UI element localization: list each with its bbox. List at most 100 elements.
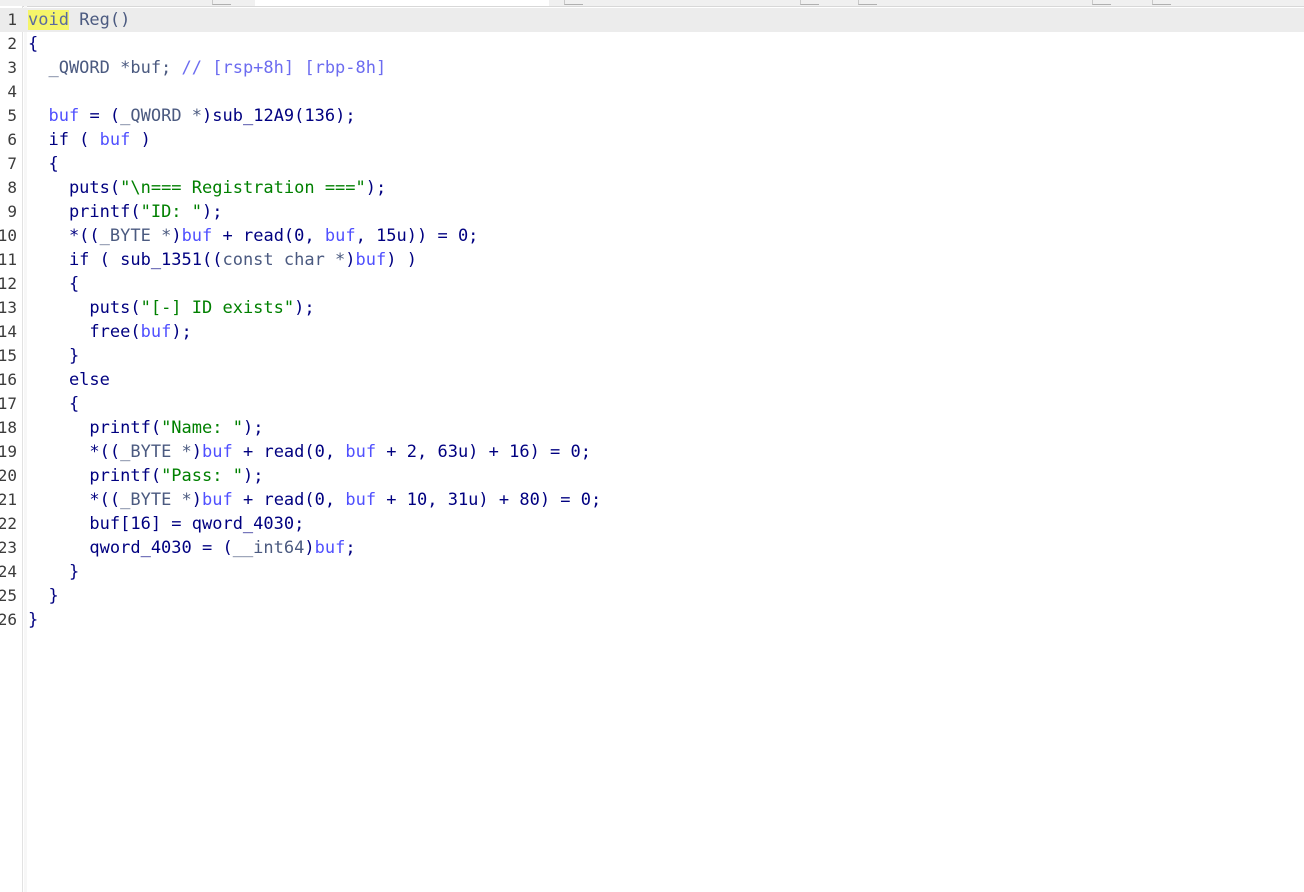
code-text[interactable]: buf[16] = qword_4030; — [28, 512, 304, 536]
code-line[interactable]: 5 buf = (_QWORD *)sub_12A9(136); — [0, 104, 1304, 128]
active-tab-edge[interactable] — [255, 0, 549, 6]
code-text[interactable]: printf("Name: "); — [28, 416, 263, 440]
code-text[interactable]: *((_BYTE *)buf + read(0, buf, 15u)) = 0; — [28, 224, 478, 248]
tab-edge[interactable] — [858, 0, 877, 5]
code-line[interactable]: 15 } — [0, 344, 1304, 368]
tab-edge[interactable] — [212, 0, 231, 5]
code-token: + read(0, — [232, 442, 346, 462]
code-text[interactable]: buf = (_QWORD *)sub_12A9(136); — [28, 104, 355, 128]
code-text[interactable]: { — [28, 392, 79, 416]
code-text[interactable]: printf("ID: "); — [28, 200, 223, 224]
line-number: 15 — [0, 346, 17, 365]
code-token: __int64 — [232, 538, 305, 558]
line-number: 19 — [0, 442, 17, 461]
code-line[interactable]: 26} — [0, 608, 1304, 632]
code-text[interactable]: void Reg() — [28, 8, 130, 32]
code-token: ) — [191, 442, 203, 462]
line-number: 13 — [0, 298, 17, 317]
line-number: 26 — [0, 610, 17, 629]
code-text[interactable]: *((_BYTE *)buf + read(0, buf + 2, 63u) +… — [28, 440, 591, 464]
line-number: 12 — [0, 274, 17, 293]
code-token: printf( — [28, 466, 162, 486]
line-number: 6 — [7, 130, 17, 149]
code-text[interactable]: { — [28, 272, 79, 296]
line-number: 17 — [0, 394, 17, 413]
code-token: puts( — [28, 298, 141, 318]
line-number: 7 — [7, 154, 17, 173]
code-line[interactable]: 3 _QWORD *buf; // [rsp+8h] [rbp-8h] — [0, 56, 1304, 80]
code-token: _BYTE * — [120, 490, 192, 510]
code-text[interactable]: if ( buf ) — [28, 128, 151, 152]
code-line[interactable]: 22 buf[16] = qword_4030; — [0, 512, 1304, 536]
code-line[interactable]: 7 { — [0, 152, 1304, 176]
code-token: ) — [130, 130, 151, 150]
code-token: ); — [242, 418, 264, 438]
code-text[interactable]: if ( sub_1351((const char *)buf) ) — [28, 248, 417, 272]
code-token: free( — [28, 322, 141, 342]
code-text[interactable]: { — [28, 32, 38, 56]
code-line[interactable]: 6 if ( buf ) — [0, 128, 1304, 152]
code-text[interactable]: } — [28, 344, 79, 368]
code-text[interactable]: } — [28, 584, 58, 608]
code-line[interactable]: 23 qword_4030 = (__int64)buf; — [0, 536, 1304, 560]
code-text[interactable]: printf("Pass: "); — [28, 464, 263, 488]
code-text[interactable]: qword_4030 = (__int64)buf; — [28, 536, 355, 560]
code-token: } — [28, 562, 80, 582]
code-line[interactable]: 10 *((_BYTE *)buf + read(0, buf, 15u)) =… — [0, 224, 1304, 248]
line-number: 25 — [0, 586, 17, 605]
code-token: "[-] ID exists" — [140, 298, 295, 318]
code-text[interactable]: else — [28, 368, 110, 392]
pseudocode-editor[interactable]: 1 void Reg() 2{3 _QWORD *buf; // [rsp+8h] … — [0, 8, 1304, 892]
code-line[interactable]: 25 } — [0, 584, 1304, 608]
code-token: Reg() — [68, 10, 131, 30]
code-token: + 10, 31u) + 80) = 0; — [376, 490, 602, 510]
code-text[interactable]: { — [28, 152, 58, 176]
code-line[interactable]: 20 printf("Pass: "); — [0, 464, 1304, 488]
code-token: // [rsp+8h] [rbp-8h] — [181, 58, 387, 78]
line-number: 18 — [0, 418, 17, 437]
code-token: _BYTE * — [99, 226, 172, 246]
code-token: buf — [314, 538, 346, 558]
line-number: 21 — [0, 490, 17, 509]
tab-edge[interactable] — [564, 0, 583, 5]
tab-edge[interactable] — [1092, 0, 1111, 5]
code-line[interactable]: 8 puts("\n=== Registration ==="); — [0, 176, 1304, 200]
code-token: buf — [99, 130, 131, 150]
code-line[interactable]: 2{ — [0, 32, 1304, 56]
tab-edge[interactable] — [800, 0, 819, 5]
code-token: buf — [140, 322, 172, 342]
code-line[interactable]: 24 } — [0, 560, 1304, 584]
code-text[interactable]: free(buf); — [28, 320, 191, 344]
code-line[interactable]: 11 if ( sub_1351((const char *)buf) ) — [0, 248, 1304, 272]
code-token: } — [28, 610, 39, 630]
code-token: ) — [304, 538, 315, 558]
code-line[interactable]: 4 — [0, 80, 1304, 104]
code-token: *(( — [28, 490, 121, 510]
code-line[interactable]: 14 free(buf); — [0, 320, 1304, 344]
code-line[interactable]: 12 { — [0, 272, 1304, 296]
code-token: buf — [181, 226, 213, 246]
code-token: qword_4030 = ( — [28, 538, 233, 558]
code-line[interactable]: 21 *((_BYTE *)buf + read(0, buf + 10, 31… — [0, 488, 1304, 512]
tab-edge[interactable] — [1152, 0, 1171, 5]
code-line[interactable]: 19 *((_BYTE *)buf + read(0, buf + 2, 63u… — [0, 440, 1304, 464]
code-line[interactable]: 17 { — [0, 392, 1304, 416]
code-token: ) — [171, 226, 182, 246]
code-token: else — [28, 370, 110, 390]
code-line[interactable]: 13 puts("[-] ID exists"); — [0, 296, 1304, 320]
line-number: 24 — [0, 562, 17, 581]
code-text[interactable]: } — [28, 608, 38, 632]
line-number: 4 — [7, 82, 17, 101]
code-token: ); — [365, 178, 387, 198]
code-text[interactable]: *((_BYTE *)buf + read(0, buf + 10, 31u) … — [28, 488, 601, 512]
code-line[interactable]: 18 printf("Name: "); — [0, 416, 1304, 440]
line-number: 9 — [7, 202, 17, 221]
code-text[interactable]: puts("\n=== Registration ==="); — [28, 176, 386, 200]
code-line[interactable]: 16 else — [0, 368, 1304, 392]
code-token: + 2, 63u) + 16) = 0; — [376, 442, 591, 462]
code-text[interactable]: } — [28, 560, 79, 584]
code-line[interactable]: 9 printf("ID: "); — [0, 200, 1304, 224]
code-text[interactable]: _QWORD *buf; // [rsp+8h] [rbp-8h] — [28, 56, 386, 80]
code-text[interactable]: puts("[-] ID exists"); — [28, 296, 314, 320]
code-line[interactable]: 1 void Reg() — [0, 8, 1304, 32]
